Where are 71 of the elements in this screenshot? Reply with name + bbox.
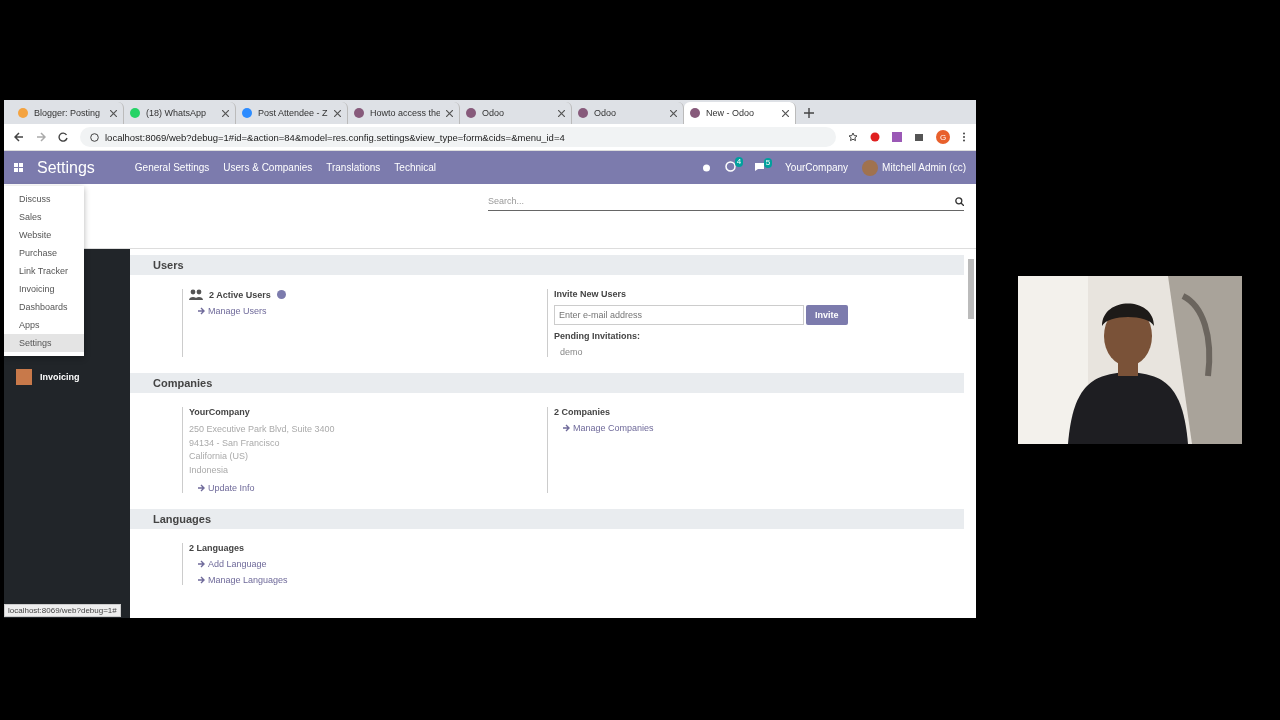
link[interactable]: Update Info [189, 483, 541, 493]
count-badge: 5 [763, 157, 773, 168]
app-title: Settings [37, 158, 95, 177]
search-icon [955, 196, 964, 206]
apps-icon[interactable] [14, 163, 23, 172]
heading: 2 Active Users [209, 289, 271, 300]
browser-tab[interactable]: New - Odoo [684, 102, 796, 124]
close-icon[interactable] [446, 109, 453, 117]
address-line: 250 Executive Park Blvd, Suite 3400 [189, 423, 336, 436]
clock-icon[interactable] [725, 161, 737, 172]
users-icon [189, 289, 203, 300]
heading: Invite New Users [554, 289, 627, 299]
invite-button[interactable]: Invite [806, 305, 848, 325]
address-line: 94134 - San Francisco [189, 436, 281, 450]
close-icon[interactable] [110, 109, 117, 117]
link[interactable]: Manage Companies [554, 423, 906, 433]
heading: 2 Languages [189, 543, 244, 553]
star-icon[interactable] [848, 132, 858, 142]
menu-item[interactable]: Invoicing [4, 280, 84, 298]
user-menu[interactable]: Mitchell Admin (cc) [882, 162, 966, 173]
link[interactable]: Manage Users [189, 306, 541, 316]
menu-item[interactable]: Sales [4, 208, 84, 226]
menu-item[interactable]: Apps [4, 316, 84, 334]
sidebar-item[interactable]: Invoicing [4, 369, 130, 385]
menu-item[interactable]: Settings [4, 334, 84, 352]
menu-item[interactable]: Website [4, 226, 84, 244]
close-icon[interactable] [670, 109, 677, 117]
avatar [862, 159, 879, 176]
chat-icon[interactable] [754, 161, 766, 172]
company-name: YourCompany [189, 407, 250, 417]
menu-item[interactable]: Dashboards [4, 298, 84, 316]
section-title: Languages [130, 509, 964, 529]
scrollbar [968, 259, 974, 319]
close-icon[interactable] [334, 109, 341, 117]
nav-menu-item[interactable]: General Settings [134, 162, 210, 173]
link[interactable]: Add Language [189, 559, 541, 569]
close-icon[interactable] [782, 109, 789, 117]
extension-icon[interactable] [870, 132, 880, 142]
menu-item[interactable]: Purchase [4, 244, 84, 262]
arrow-icon [197, 576, 205, 584]
address-line: California (US) [189, 450, 249, 463]
count-badge: 4 [734, 157, 744, 167]
arrow-icon [562, 424, 570, 432]
company-switcher[interactable]: YourCompany [785, 162, 849, 173]
section-title: Companies [130, 373, 964, 393]
close-icon[interactable] [558, 109, 565, 117]
menu-item[interactable]: Link Tracker [4, 262, 84, 280]
arrow-icon [197, 484, 205, 492]
address-bar[interactable]: localhost:8069/web?debug=1#id=&action=84&model=res.config.settings&view_type=form&cids=&menu_id=4 [80, 127, 836, 147]
nav-menu-item[interactable]: Translations [326, 162, 381, 173]
close-icon[interactable] [222, 109, 229, 117]
link[interactable]: Manage Languages [189, 575, 541, 585]
pending-user: demo [559, 347, 584, 357]
reload-icon[interactable] [58, 132, 68, 142]
nav-menu-item[interactable]: Users & Companies [223, 162, 313, 173]
status-url: localhost:8069/web?debug=1# [4, 604, 121, 617]
menu-item[interactable]: Discuss [4, 190, 84, 208]
help-icon [276, 290, 286, 299]
new-tab-icon[interactable] [804, 108, 814, 118]
address-line: Indonesia [189, 463, 230, 477]
arrow-icon [197, 560, 205, 568]
heading: Pending Invitations: [554, 331, 640, 341]
arrow-icon [197, 307, 205, 315]
info-icon [90, 132, 99, 142]
email-field[interactable]: Enter e-mail address [554, 305, 804, 325]
back-icon[interactable] [14, 132, 24, 142]
section-title: Users [130, 255, 964, 275]
url-text: localhost:8069/web?debug=1#id=&action=84&model=res.config.settings&view_type=form&cids=&menu_id=4 [105, 131, 565, 143]
nav-menu-item[interactable]: Technical [394, 162, 437, 173]
heading: 2 Companies [554, 407, 611, 417]
menu-icon[interactable] [962, 132, 966, 142]
